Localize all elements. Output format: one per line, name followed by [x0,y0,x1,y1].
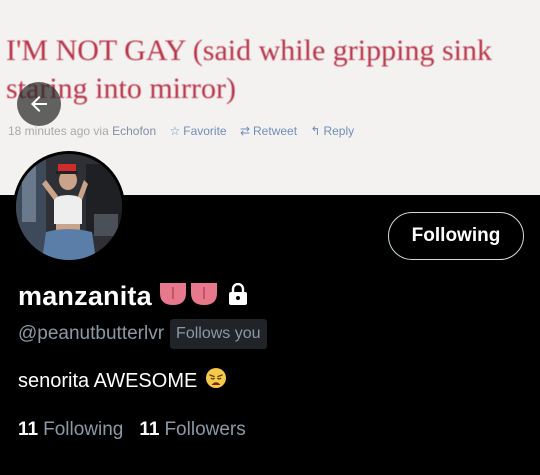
display-name: manzanita [18,281,152,311]
banner-tweet-time: 18 minutes ago [8,124,91,138]
followers-label: Followers [164,419,246,440]
banner-tweet-text: I'M NOT GAY (said while gripping sink st… [6,34,492,105]
following-count: 11 [18,419,39,440]
weary-face-emoji-icon [205,367,227,395]
profile-stats: 11 Following 11 Followers [18,419,262,441]
follows-you-badge: Follows you [170,319,267,349]
followers-count: 11 [139,419,160,440]
bio: senorita AWESOME [18,367,227,395]
following-stat[interactable]: 11 Following [18,419,123,441]
banner-tweet-app: Echofon [112,124,157,138]
banner-retweet: ⇄ Retweet [240,124,297,138]
following-button[interactable]: Following [388,212,524,260]
handle-row: @peanutbutterlvr Follows you [18,319,267,349]
tongue-emoji-icon [158,281,220,312]
avatar[interactable] [13,151,125,263]
lock-icon [228,282,248,310]
arrow-left-icon [31,96,47,112]
avatar-photo [16,154,122,260]
following-label: Following [43,419,124,440]
banner-reply: ↰ Reply [310,124,354,138]
followers-stat[interactable]: 11 Followers [139,419,245,441]
user-handle: @peanutbutterlvr [18,323,165,344]
retweet-icon: ⇄ [239,124,251,138]
name-row: manzanita [18,281,248,312]
banner-tweet-meta: 18 minutes ago via Echofon ☆ Favorite ⇄ Re… [8,124,354,138]
star-icon: ☆ [169,124,181,138]
banner-tweet-via: via [93,124,109,138]
reply-icon: ↰ [310,124,321,138]
banner-favorite-label: Favorite [183,124,227,138]
back-button[interactable] [17,82,61,126]
bio-text: senorita AWESOME [18,369,198,392]
banner-favorite: ☆ Favorite [169,124,226,138]
banner-retweet-label: Retweet [253,124,298,138]
banner-reply-label: Reply [323,124,355,138]
